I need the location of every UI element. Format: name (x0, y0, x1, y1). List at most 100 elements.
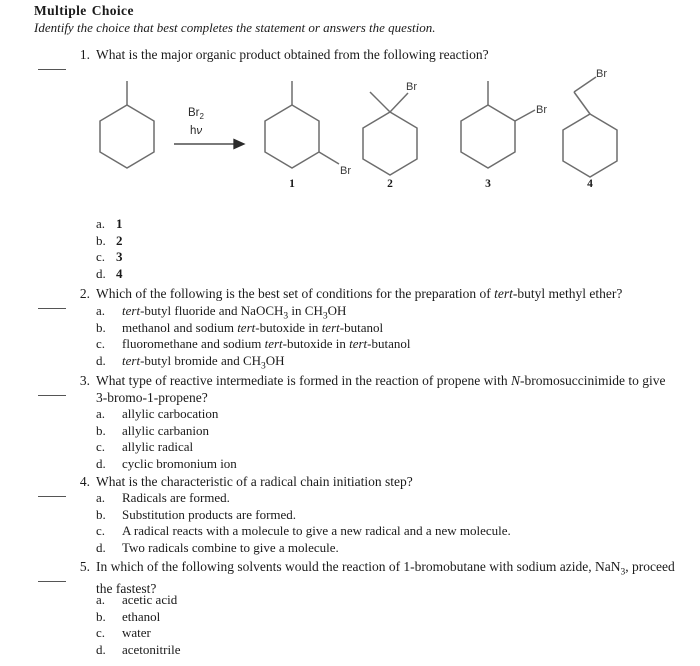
question-5-options: a. acetic acid b. ethanol c. water d. aceton… (96, 592, 676, 658)
option-1-a-letter: a. (96, 216, 106, 231)
option-2-b[interactable]: b. methanol and sodium tert-butoxide in t… (96, 320, 676, 337)
option-1-a-value: 1 (116, 216, 123, 231)
option-2-c-value: fluoromethane and sodium tert-butoxide i… (122, 336, 411, 351)
product-2-br-label: Br (406, 81, 417, 93)
option-4-d-letter: d. (96, 539, 106, 555)
option-2-c[interactable]: c. fluoromethane and sodium tert-butoxide… (96, 336, 676, 353)
question-1-options: a. 1 b. 2 c. 3 d. 4 (96, 216, 676, 282)
option-5-a-letter: a. (96, 592, 106, 607)
option-3-c-letter: c. (96, 439, 106, 454)
product-1-label: 1 (289, 178, 295, 190)
product-3-structure: Br (460, 81, 547, 169)
question-4-number: 4. (79, 474, 90, 489)
product-3-label: 3 (485, 178, 491, 190)
product-4-br-label: Br (596, 68, 607, 80)
option-2-b-letter: b. (96, 319, 106, 335)
answer-blank-2[interactable] (38, 296, 66, 309)
option-2-d[interactable]: d. tert-butyl bromide and CH3OH (96, 352, 676, 372)
answer-blank-5[interactable] (38, 569, 66, 582)
reaction-conditions: Br2 hν (174, 107, 246, 150)
option-5-b[interactable]: b. ethanol (96, 609, 676, 626)
option-3-c-value: allylic radical (122, 439, 194, 454)
option-5-c[interactable]: c. water (96, 625, 676, 642)
product-1-br-label: Br (340, 165, 351, 177)
option-1-a[interactable]: a. 1 (96, 216, 676, 233)
page-title: Multiple Choice (34, 3, 134, 19)
option-1-d-letter: d. (96, 265, 106, 281)
option-3-b-value: allylic carbanion (122, 422, 209, 438)
option-4-b[interactable]: b. Substitution products are formed. (96, 507, 676, 524)
product-2-label: 2 (387, 178, 393, 190)
option-2-d-letter: d. (96, 352, 106, 368)
option-5-b-value: ethanol (122, 608, 161, 624)
option-2-b-value: methanol and sodium tert-butoxide in ter… (122, 319, 384, 335)
option-3-b-letter: b. (96, 422, 106, 438)
option-4-a[interactable]: a. Radicals are formed. (96, 490, 676, 507)
option-1-b[interactable]: b. 2 (96, 233, 676, 250)
option-5-c-value: water (122, 625, 151, 640)
reactant-methylcyclohexane (99, 81, 155, 169)
option-3-a-letter: a. (96, 406, 106, 421)
option-2-a[interactable]: a. tert-butyl fluoride and NaOCH3 in CH3O… (96, 303, 676, 322)
option-1-b-letter: b. (96, 232, 106, 248)
option-4-a-letter: a. (96, 490, 106, 505)
option-5-d-value: acetonitrile (122, 641, 181, 657)
option-4-d[interactable]: d. Two radicals combine to give a molecul… (96, 540, 676, 557)
question-1-text: What is the major organic product obtain… (96, 47, 489, 62)
question-2-number: 2. (79, 286, 90, 301)
option-3-d[interactable]: d. cyclic bromonium ion (96, 456, 676, 473)
option-1-c-letter: c. (96, 249, 106, 264)
answer-blank-3[interactable] (38, 383, 66, 396)
option-4-c-value: A radical reacts with a molecule to give… (122, 523, 511, 538)
option-4-c-letter: c. (96, 523, 106, 538)
product-3-br-label: Br (536, 104, 547, 116)
exam-page: Multiple Choice Identify the choice that … (0, 0, 700, 666)
option-2-a-letter: a. (96, 303, 106, 318)
directions-text: Identify the choice that best completes … (34, 20, 436, 35)
option-5-d[interactable]: d. acetonitrile (96, 642, 676, 659)
reaction-scheme: Br2 hν Br Br Br Br 1 2 3 4 (96, 66, 676, 198)
option-1-b-value: 2 (116, 232, 123, 248)
option-3-a[interactable]: a. allylic carbocation (96, 406, 676, 423)
reaction-arrow-head (233, 138, 246, 150)
question-3-options: a. allylic carbocation b. allylic carbanio… (96, 406, 676, 472)
option-5-a[interactable]: a. acetic acid (96, 592, 676, 609)
option-1-c[interactable]: c. 3 (96, 249, 676, 266)
option-5-b-letter: b. (96, 608, 106, 624)
option-1-c-value: 3 (116, 249, 123, 264)
question-4-text: What is the characteristic of a radical … (96, 474, 413, 489)
question-1-number: 1. (79, 47, 90, 62)
question-3-number: 3. (79, 373, 90, 388)
option-4-c[interactable]: c. A radical reacts with a molecule to gi… (96, 523, 676, 540)
option-2-d-value: tert-butyl bromide and CH3OH (122, 352, 285, 372)
question-2-options: a. tert-butyl fluoride and NaOCH3 in CH3O… (96, 303, 676, 372)
option-3-d-letter: d. (96, 455, 106, 471)
light-label: hν (190, 125, 202, 137)
option-5-a-value: acetic acid (122, 592, 178, 607)
option-4-b-value: Substitution products are formed. (122, 506, 297, 522)
question-3-text: What type of reactive intermediate is fo… (96, 373, 669, 405)
product-2-structure: Br (362, 81, 418, 176)
option-3-b[interactable]: b. allylic carbanion (96, 423, 676, 440)
product-1-structure: Br (264, 81, 351, 177)
product-4-label: 4 (587, 178, 593, 190)
reagent-label: Br2 (188, 107, 205, 121)
option-3-c[interactable]: c. allylic radical (96, 439, 676, 456)
option-3-d-value: cyclic bromonium ion (122, 455, 237, 471)
option-1-d-value: 4 (116, 265, 123, 281)
question-5-number: 5. (79, 559, 90, 574)
page-title-word-1: Multiple (34, 3, 87, 18)
option-5-c-letter: c. (96, 625, 106, 640)
question-4-options: a. Radicals are formed. b. Substitution pr… (96, 490, 676, 556)
option-2-a-value: tert-butyl fluoride and NaOCH3 in CH3OH (122, 303, 347, 322)
product-4-structure: Br (562, 68, 618, 178)
page-title-word-2: Choice (91, 3, 134, 18)
option-1-d[interactable]: d. 4 (96, 266, 676, 283)
answer-blank-4[interactable] (38, 484, 66, 497)
option-2-c-letter: c. (96, 336, 106, 351)
question-2-text: Which of the following is the best set o… (96, 286, 623, 301)
option-4-d-value: Two radicals combine to give a molecule. (122, 539, 339, 555)
answer-blank-1[interactable] (38, 57, 66, 70)
option-4-a-value: Radicals are formed. (122, 490, 230, 505)
option-3-a-value: allylic carbocation (122, 406, 219, 421)
